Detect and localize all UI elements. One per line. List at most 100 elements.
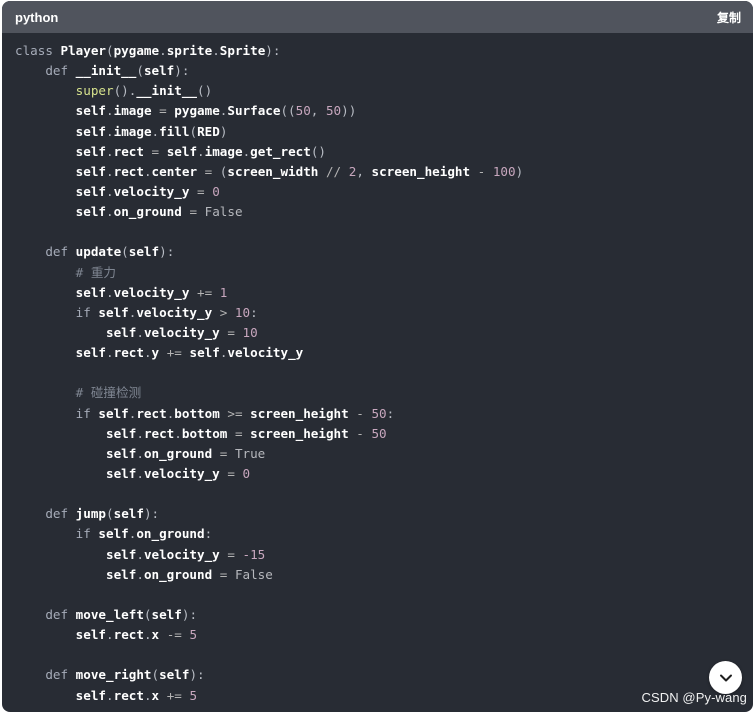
code-body[interactable]: class Player(pygame.sprite.Sprite): def … bbox=[15, 41, 741, 712]
code-token: = bbox=[212, 566, 235, 582]
code-token: rect bbox=[143, 425, 175, 441]
code-token: on_ground bbox=[143, 566, 213, 582]
code-token: velocity_y bbox=[113, 284, 190, 300]
code-token: += bbox=[159, 687, 190, 703]
chevron-down-icon bbox=[719, 674, 732, 681]
code-token: 50 bbox=[325, 103, 342, 119]
code-token: . bbox=[136, 445, 144, 461]
code-token: 10 bbox=[242, 324, 258, 340]
code-token: = bbox=[197, 163, 220, 179]
code-token: . bbox=[106, 204, 114, 220]
code-token: image bbox=[113, 123, 152, 139]
code-token: def bbox=[15, 606, 76, 622]
code-token: screen_height bbox=[371, 163, 471, 179]
code-token: = bbox=[143, 143, 167, 159]
code-token: self bbox=[106, 546, 137, 562]
code-line: def __init__(self): bbox=[15, 61, 741, 81]
code-token: jump bbox=[75, 506, 107, 522]
code-token: . bbox=[106, 163, 114, 179]
code-token: (). bbox=[113, 83, 137, 99]
code-token: self bbox=[106, 425, 137, 441]
code-line: self.velocity_y += 1 bbox=[15, 283, 741, 303]
code-token: self bbox=[75, 627, 107, 643]
code-token: 100 bbox=[492, 163, 516, 179]
code-line: self.image.fill(RED) bbox=[15, 122, 741, 142]
code-token: if bbox=[15, 304, 99, 320]
code-line: if self.velocity_y > 10: bbox=[15, 303, 741, 323]
code-token: ): bbox=[174, 63, 190, 79]
code-token: self bbox=[75, 103, 107, 119]
code-token: velocity_y bbox=[136, 304, 213, 320]
copy-button[interactable]: 复制 bbox=[717, 9, 741, 26]
code-token: on_ground bbox=[143, 445, 213, 461]
code-token: self bbox=[75, 183, 107, 199]
code-token: pygame bbox=[113, 43, 160, 58]
code-token: if bbox=[15, 405, 99, 421]
code-token: ): bbox=[159, 244, 175, 260]
code-token: rect bbox=[113, 345, 144, 361]
code-token: (( bbox=[280, 103, 296, 119]
code-token: rect bbox=[113, 627, 144, 643]
code-token: x bbox=[151, 687, 160, 703]
code-token: self bbox=[98, 304, 129, 320]
code-token: >= bbox=[219, 405, 251, 421]
code-token: ( bbox=[106, 506, 114, 522]
code-token: velocity_y bbox=[143, 465, 220, 481]
code-lines: class Player(pygame.sprite.Sprite): def … bbox=[15, 41, 741, 706]
code-token: - bbox=[470, 163, 493, 179]
code-token: self bbox=[106, 465, 137, 481]
code-token: move_left bbox=[75, 606, 144, 622]
code-token: bottom bbox=[174, 405, 220, 421]
code-line: self.rect.center = (screen_width // 2, s… bbox=[15, 162, 741, 182]
code-token: . bbox=[197, 143, 205, 159]
code-token: ): bbox=[265, 43, 281, 58]
code-token: velocity_y bbox=[143, 324, 220, 340]
code-token: : bbox=[204, 526, 213, 542]
code-token: . bbox=[106, 284, 114, 300]
code-token: self bbox=[75, 284, 107, 300]
code-token: image bbox=[113, 103, 152, 119]
code-line: self.rect.bottom = screen_height - 50 bbox=[15, 424, 741, 444]
code-token: y bbox=[151, 345, 160, 361]
code-line: def move_right(self): bbox=[15, 665, 741, 685]
code-token: 5 bbox=[189, 627, 198, 643]
code-token: , bbox=[310, 103, 326, 119]
code-line: self.on_ground = False bbox=[15, 202, 741, 222]
code-token: . bbox=[106, 627, 114, 643]
code-line: self.velocity_y = 0 bbox=[15, 464, 741, 484]
code-token: move_right bbox=[75, 667, 152, 683]
code-token: ): bbox=[189, 667, 205, 683]
code-token: False bbox=[204, 204, 243, 220]
code-token: . bbox=[136, 465, 144, 481]
code-token: > bbox=[212, 304, 235, 320]
code-block: python 复制 class Player(pygame.sprite.Spr… bbox=[2, 1, 753, 712]
code-token: = bbox=[219, 324, 243, 340]
code-token: () bbox=[310, 143, 326, 159]
code-line: def jump(self): bbox=[15, 504, 741, 524]
code-token: : bbox=[250, 304, 258, 320]
code-token: def bbox=[15, 63, 76, 79]
code-token: 1 bbox=[219, 284, 228, 300]
language-label: python bbox=[15, 9, 59, 25]
code-token: -15 bbox=[242, 546, 266, 562]
code-token: ): bbox=[181, 606, 198, 622]
code-token: . bbox=[106, 183, 114, 199]
code-token: screen_height bbox=[250, 405, 349, 421]
code-line: super().__init__() bbox=[15, 81, 741, 101]
code-token: += bbox=[159, 345, 190, 361]
code-token: ): bbox=[143, 506, 160, 522]
code-token: . bbox=[143, 345, 152, 361]
code-token: self bbox=[106, 566, 137, 582]
code-token: self bbox=[75, 123, 107, 139]
code-token: x bbox=[151, 627, 160, 643]
watermark: CSDN @Py-wang bbox=[641, 690, 747, 705]
code-token: ) bbox=[515, 163, 524, 179]
code-token: -= bbox=[159, 627, 190, 643]
code-token: Surface bbox=[227, 103, 281, 119]
